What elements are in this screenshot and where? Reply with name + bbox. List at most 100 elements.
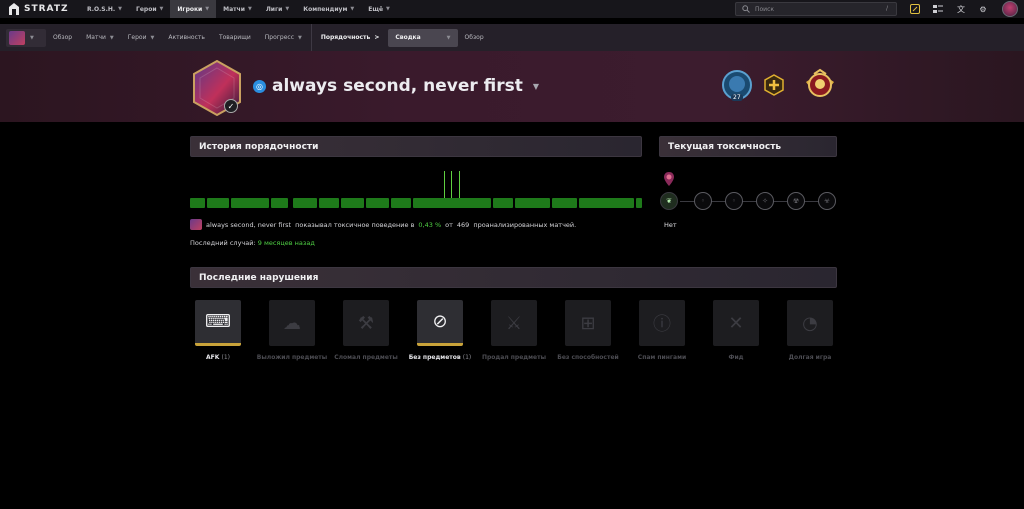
violation-name: Сломал предметы: [334, 354, 398, 361]
tab-behavior[interactable]: Порядочность >: [314, 24, 387, 51]
tab-heroes[interactable]: Герои ▼: [121, 24, 162, 51]
violation-afk[interactable]: ⌨ AFK (1): [180, 300, 256, 361]
chevron-down-icon: ▼: [205, 6, 210, 12]
section-title: Последние нарушения: [199, 272, 319, 283]
tab-label: Обзор: [464, 34, 484, 41]
timeline-segment[interactable]: [579, 198, 634, 208]
chevron-down-icon: ▼: [298, 34, 302, 41]
last-case-label: Последний случай:: [190, 239, 256, 247]
violation-ping-spam[interactable]: ⓘ Спам пингами: [624, 300, 700, 361]
tab-label: Прогресс: [264, 34, 294, 41]
leaf-icon[interactable]: ❦: [660, 192, 678, 210]
toxic-match-spike[interactable]: [459, 171, 460, 198]
toxicity-scale: ❦ ◦ ◦ ✧ ☢ ☣: [660, 192, 840, 212]
tab-label: Активность: [168, 34, 205, 41]
violation-name: Выложил предметы: [256, 354, 328, 361]
timeline-segment[interactable]: [190, 198, 205, 208]
timeline-segment[interactable]: [207, 198, 229, 208]
stratz-logo[interactable]: STRATZ: [0, 3, 80, 15]
timeline-segment[interactable]: [413, 198, 491, 208]
summary-text: от: [445, 220, 453, 229]
toxic-match-spike[interactable]: [451, 171, 452, 198]
nav-more[interactable]: Ещё ▼: [361, 0, 397, 18]
toxicity-level-2-icon[interactable]: ◦: [725, 192, 743, 210]
timeline-segment[interactable]: [231, 198, 269, 208]
timeline-segment[interactable]: [515, 198, 550, 208]
player-subnav: ▼ Обзор Матчи ▼ Герои ▼ Активность Товарищ…: [0, 24, 1024, 51]
violation-dropped-items[interactable]: ☁ Выложил предметы: [254, 300, 330, 361]
player-name: always second, never first: [272, 76, 523, 96]
timeline-segment[interactable]: [366, 198, 389, 208]
chevron-down-icon: ▼: [386, 6, 390, 12]
section-title: Текущая токсичность: [668, 141, 782, 152]
violation-label: AFK (1): [180, 354, 256, 361]
dropped-items-icon: ☁: [269, 300, 315, 346]
search-shortcut: /: [885, 5, 888, 12]
toxicity-level-3-icon[interactable]: ✧: [756, 192, 774, 210]
nav-label: Компендиум: [303, 5, 348, 13]
current-toxicity-header: Текущая токсичность: [659, 136, 837, 157]
timeline-segment[interactable]: [319, 198, 339, 208]
violation-long-game[interactable]: ◔ Долгая игра: [772, 300, 848, 361]
timeline-segment[interactable]: [341, 198, 364, 208]
feed-icon: ✕: [713, 300, 759, 346]
sold-items-icon: ⚔: [491, 300, 537, 346]
nav-matches[interactable]: Матчи ▼: [216, 0, 259, 18]
divider: [310, 24, 312, 51]
nav-heroes[interactable]: Герои ▼: [129, 0, 170, 18]
player-name-row[interactable]: ◎ always second, never first ▼: [253, 76, 539, 96]
violation-no-abilities[interactable]: ⊞ Без способностей: [550, 300, 626, 361]
chevron-down-icon: ▼: [109, 34, 114, 41]
timeline-segment[interactable]: [271, 198, 288, 208]
dota-plus-icon[interactable]: [909, 3, 921, 15]
tab-label: Герои: [127, 34, 147, 41]
timeline-segment[interactable]: [552, 198, 577, 208]
tab-summary-overview[interactable]: Обзор: [458, 24, 491, 51]
gear-icon[interactable]: ⚙: [977, 3, 989, 15]
verified-icon: ✓: [224, 99, 238, 113]
timeline-segment[interactable]: [493, 198, 513, 208]
violation-name: Продал предметы: [481, 354, 547, 361]
analyzed-matches-count: 469: [456, 220, 470, 229]
nav-players[interactable]: Игроки ▼: [170, 0, 217, 18]
tab-progress[interactable]: Прогресс ▼: [258, 24, 309, 51]
top-bar: STRATZ R.O.S.H. ▼ Герои ▼ Игроки ▼ Матчи ▼ Л…: [0, 0, 1024, 18]
violation-label: Долгая игра: [772, 354, 848, 361]
behavior-history-header: История порядочности: [190, 136, 642, 157]
violation-label: Фид: [698, 354, 774, 361]
player-mini-avatar: [190, 219, 202, 230]
violation-label: Продал предметы: [476, 354, 552, 361]
timeline-segment[interactable]: [391, 198, 411, 208]
violation-broken-items[interactable]: ⚒ Сломал предметы: [328, 300, 404, 361]
list-icon[interactable]: [932, 3, 944, 15]
stratz-logo-icon: [9, 3, 19, 15]
violation-no-items[interactable]: ⊘ Без предметов (1): [402, 300, 478, 361]
timeline-segment[interactable]: [636, 198, 642, 208]
tab-matches[interactable]: Матчи ▼: [79, 24, 121, 51]
nav-leagues[interactable]: Лиги ▼: [259, 0, 296, 18]
translate-icon[interactable]: 文: [955, 3, 967, 15]
nav-compendium[interactable]: Компендиум ▼: [296, 0, 361, 18]
tab-label: Матчи: [86, 34, 106, 41]
toxicity-level-4-icon[interactable]: ☢: [787, 192, 805, 210]
view-select-value: Сводка: [395, 34, 421, 41]
chevron-right-icon: >: [374, 34, 380, 41]
tab-activity[interactable]: Активность: [161, 24, 212, 51]
user-avatar[interactable]: [1002, 1, 1018, 17]
view-select[interactable]: Сводка ▼: [388, 28, 458, 47]
main-nav: R.O.S.H. ▼ Герои ▼ Игроки ▼ Матчи ▼ Лиги ▼ Ко…: [80, 0, 397, 18]
violation-label: Спам пингами: [624, 354, 700, 361]
toxicity-level-5-icon[interactable]: ☣: [818, 192, 836, 210]
player-switcher[interactable]: ▼: [6, 28, 46, 47]
brand-name: STRATZ: [24, 4, 69, 14]
toxicity-level-1-icon[interactable]: ◦: [694, 192, 712, 210]
violation-sold-items[interactable]: ⚔ Продал предметы: [476, 300, 552, 361]
toxic-match-spike[interactable]: [444, 171, 445, 198]
timeline-segment[interactable]: [293, 198, 317, 208]
violation-label: Без предметов (1): [402, 354, 478, 361]
tab-peers[interactable]: Товарищи: [212, 24, 258, 51]
search-input[interactable]: Поиск /: [735, 2, 897, 16]
tab-overview[interactable]: Обзор: [46, 24, 79, 51]
violation-feed[interactable]: ✕ Фид: [698, 300, 774, 361]
nav-rosh[interactable]: R.O.S.H. ▼: [80, 0, 129, 18]
